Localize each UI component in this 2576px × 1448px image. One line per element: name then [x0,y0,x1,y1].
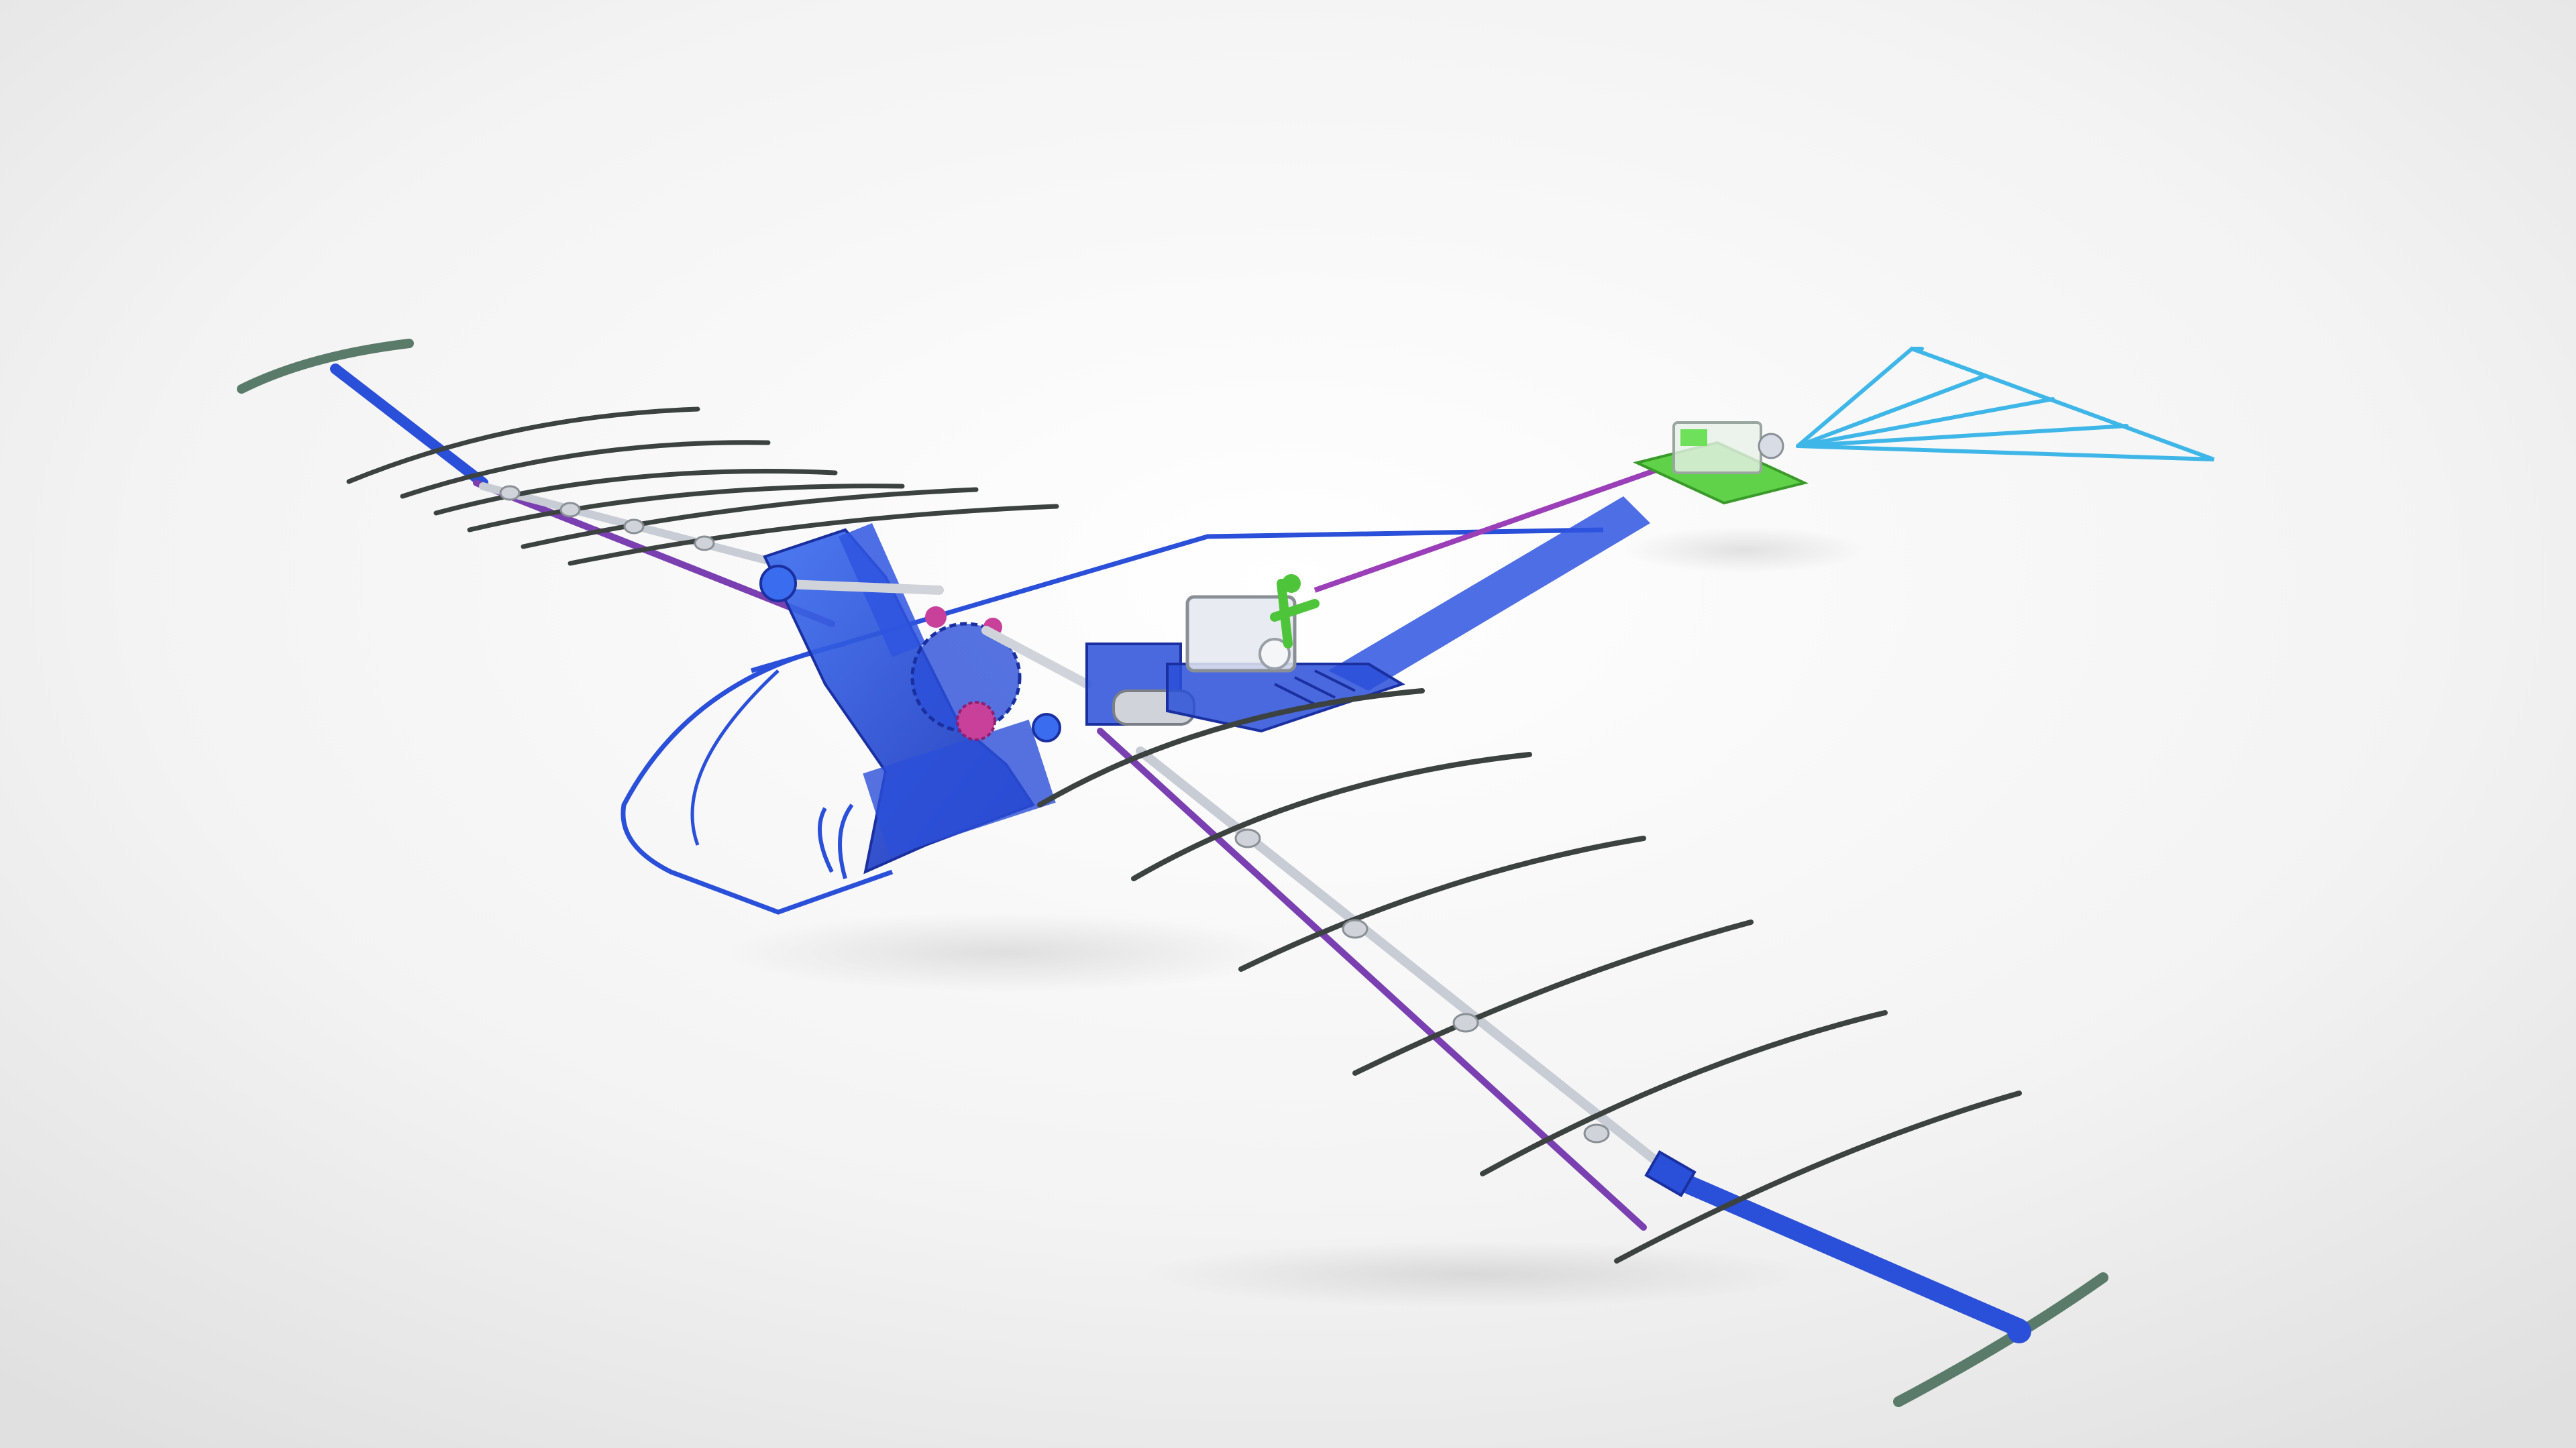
background [0,0,2576,1448]
pinion-gear [956,701,996,741]
ornithopter-render [0,0,2576,1448]
tail-servo [1758,433,1784,459]
